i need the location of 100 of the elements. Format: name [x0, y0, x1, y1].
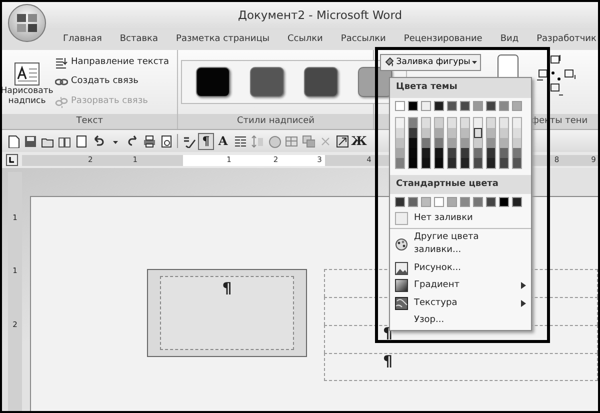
color-swatch[interactable]	[513, 118, 521, 128]
color-swatch[interactable]	[474, 148, 482, 158]
undo-icon[interactable]	[92, 134, 104, 148]
color-swatch[interactable]	[409, 148, 417, 158]
color-swatch[interactable]	[512, 100, 522, 110]
toolbar-button[interactable]: Ж	[351, 132, 367, 150]
color-swatch[interactable]	[460, 100, 470, 110]
color-swatch[interactable]	[396, 148, 404, 158]
color-swatch[interactable]	[500, 148, 508, 158]
color-swatch[interactable]	[500, 118, 508, 128]
page-icon[interactable]	[74, 134, 88, 148]
text-box[interactable]: ¶	[147, 269, 307, 357]
color-swatch[interactable]	[487, 118, 495, 128]
color-swatch[interactable]	[422, 158, 430, 168]
color-swatch[interactable]	[447, 197, 457, 207]
color-swatch[interactable]	[448, 138, 456, 148]
ribbon-tab[interactable]: Разработчик	[528, 31, 598, 49]
color-swatch[interactable]	[408, 197, 418, 207]
color-swatch[interactable]	[448, 148, 456, 158]
textbox-style-swatch[interactable]	[304, 67, 338, 97]
color-swatch[interactable]	[434, 100, 444, 110]
ribbon-tab[interactable]: Рассылки	[332, 31, 395, 49]
color-swatch[interactable]	[421, 100, 431, 110]
color-swatch[interactable]	[408, 100, 418, 110]
color-swatch[interactable]	[434, 197, 444, 207]
color-swatch[interactable]	[474, 158, 482, 168]
color-swatch[interactable]	[435, 118, 443, 128]
color-swatch[interactable]	[513, 158, 521, 168]
color-swatch[interactable]	[474, 118, 482, 128]
color-swatch[interactable]	[487, 138, 495, 148]
color-swatch[interactable]	[448, 118, 456, 128]
cross-icon[interactable]	[318, 134, 332, 148]
color-swatch[interactable]	[474, 128, 482, 138]
ribbon-tab[interactable]: Главная	[54, 31, 111, 49]
toolbar-button[interactable]: ¶	[198, 132, 214, 150]
color-swatch[interactable]	[461, 128, 469, 138]
tab-selector-icon[interactable]	[6, 154, 18, 166]
save-icon[interactable]	[24, 134, 36, 148]
color-swatch[interactable]	[395, 100, 405, 110]
color-swatch[interactable]	[435, 148, 443, 158]
color-swatch[interactable]	[500, 138, 508, 148]
redo-icon[interactable]	[126, 134, 138, 148]
print-preview-icon[interactable]	[160, 134, 172, 148]
color-swatch[interactable]	[487, 128, 495, 138]
print-icon[interactable]	[142, 134, 156, 148]
color-swatch[interactable]	[500, 128, 508, 138]
color-swatch[interactable]	[422, 138, 430, 148]
color-swatch[interactable]	[396, 158, 404, 168]
color-swatch[interactable]	[513, 148, 521, 158]
color-swatch[interactable]	[435, 158, 443, 168]
color-swatch[interactable]	[461, 118, 469, 128]
ribbon-tab[interactable]: Рецензирование	[394, 31, 492, 49]
color-swatch[interactable]	[396, 138, 404, 148]
color-swatch[interactable]	[447, 100, 457, 110]
color-swatch[interactable]	[461, 158, 469, 168]
color-swatch[interactable]	[513, 128, 521, 138]
ribbon-tab[interactable]: Разметка страницы	[167, 31, 279, 49]
table-icon[interactable]	[284, 134, 298, 148]
color-swatch[interactable]	[461, 148, 469, 158]
menu-item[interactable]: Узор...	[390, 312, 531, 330]
color-swatch[interactable]	[512, 197, 522, 207]
menu-item[interactable]: Рисунок...	[390, 260, 531, 277]
color-swatch[interactable]	[473, 197, 483, 207]
color-swatch[interactable]	[435, 128, 443, 138]
color-swatch[interactable]	[460, 197, 470, 207]
color-swatch[interactable]	[435, 138, 443, 148]
toolbar-button[interactable]: A	[215, 132, 231, 150]
color-swatch[interactable]	[395, 197, 405, 207]
color-swatch[interactable]	[409, 158, 417, 168]
ribbon-command[interactable]: Направление текста	[53, 54, 172, 70]
color-swatch[interactable]	[409, 138, 417, 148]
circle-icon[interactable]	[268, 134, 280, 148]
color-swatch[interactable]	[396, 118, 404, 128]
textbox-style-swatch[interactable]	[250, 67, 284, 97]
nudge-shadow-icon[interactable]	[537, 54, 578, 98]
color-swatch[interactable]	[396, 128, 404, 138]
paragraph-lines-icon[interactable]	[234, 134, 246, 148]
color-swatch[interactable]	[422, 118, 430, 128]
menu-item[interactable]: Текстура	[390, 294, 531, 312]
menu-item[interactable]: Нет заливки	[390, 210, 531, 228]
color-swatch[interactable]	[500, 158, 508, 168]
color-swatch[interactable]	[487, 158, 495, 168]
color-swatch[interactable]	[448, 128, 456, 138]
color-swatch[interactable]	[422, 128, 430, 138]
overlapping-frames-icon[interactable]	[302, 134, 314, 148]
menu-item[interactable]: Другие цвета заливки...	[390, 228, 531, 260]
ribbon-tab[interactable]: Вид	[491, 31, 528, 49]
color-swatch[interactable]	[422, 148, 430, 158]
color-swatch[interactable]	[513, 138, 521, 148]
color-swatch[interactable]	[461, 138, 469, 148]
form-icon[interactable]	[336, 134, 348, 148]
ribbon-command[interactable]: Создать связь	[53, 74, 172, 90]
color-swatch[interactable]	[486, 100, 496, 110]
new-document-icon[interactable]	[6, 134, 20, 148]
shape-fill-button[interactable]: Заливка фигуры	[380, 54, 482, 71]
color-swatch[interactable]	[421, 197, 431, 207]
textbox-style-swatch[interactable]	[196, 67, 230, 97]
open-book-icon[interactable]	[58, 134, 70, 148]
color-swatch[interactable]	[474, 138, 482, 148]
ribbon-tab[interactable]: Вставка	[110, 31, 168, 49]
